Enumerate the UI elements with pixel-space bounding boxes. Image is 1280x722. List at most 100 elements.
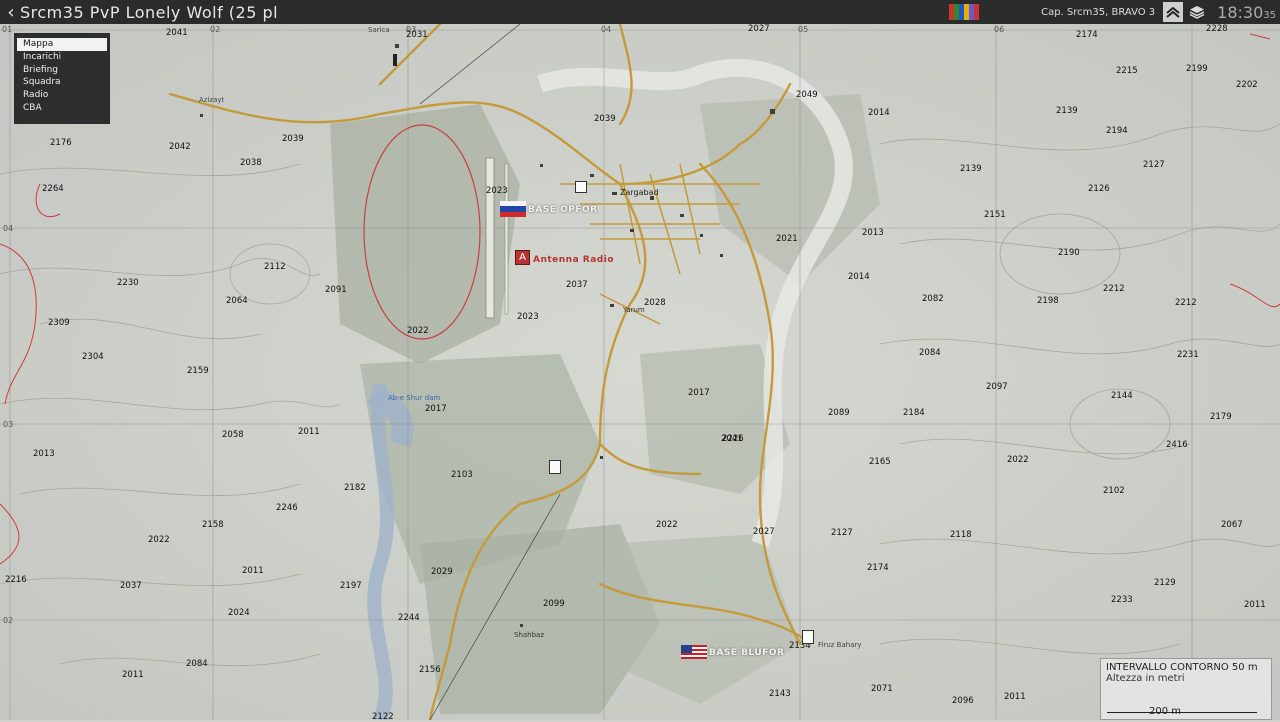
grid-label-left: 03 bbox=[3, 420, 14, 429]
elevation-label: 2143 bbox=[769, 689, 791, 699]
elevation-label: 2023 bbox=[486, 186, 508, 196]
legend-subtitle: Altezza in metri bbox=[1106, 673, 1185, 684]
elevation-label: 2264 bbox=[42, 184, 64, 194]
elevation-label: 2084 bbox=[919, 348, 941, 358]
elevation-label: 2011 bbox=[242, 566, 264, 576]
map-legend: INTERVALLO CONTORNO 50 m Altezza in metr… bbox=[1100, 658, 1272, 720]
elevation-label: 2027 bbox=[753, 527, 775, 537]
place-label: Firuz Bahary bbox=[818, 641, 862, 649]
elevation-label: 2039 bbox=[282, 134, 304, 144]
elevation-label: 2118 bbox=[950, 530, 972, 540]
elevation-label: 2182 bbox=[344, 483, 366, 493]
elevation-label: 2022 bbox=[656, 520, 678, 530]
elevation-label: 2039 bbox=[594, 114, 616, 124]
elevation-label: 2099 bbox=[543, 599, 565, 609]
elevation-label: 2309 bbox=[48, 318, 70, 328]
elevation-label: 2017 bbox=[688, 388, 710, 398]
menu-item-briefing[interactable]: Briefing bbox=[17, 64, 107, 77]
elevation-label: 2233 bbox=[1111, 595, 1133, 605]
elevation-label: 2024 bbox=[228, 608, 250, 618]
grid-label-top: 05 bbox=[798, 25, 809, 34]
place-label: Yarum bbox=[623, 306, 645, 314]
elevation-label: 2127 bbox=[831, 528, 853, 538]
grid-label-top: 02 bbox=[210, 25, 221, 34]
map-side-menu: Mappa Incarichi Briefing Squadra Radio CBA bbox=[14, 33, 110, 124]
elevation-label: 2058 bbox=[222, 430, 244, 440]
menu-item-mappa[interactable]: Mappa bbox=[17, 38, 107, 51]
elevation-label: 2029 bbox=[431, 567, 453, 577]
elevation-label: 2194 bbox=[1106, 126, 1128, 136]
elevation-label: 2122 bbox=[372, 712, 394, 722]
elevation-label: 2304 bbox=[82, 352, 104, 362]
antenna-marker-icon[interactable]: A bbox=[515, 250, 530, 265]
map-markers-toggle-icon[interactable] bbox=[1163, 2, 1184, 22]
layers-icon[interactable] bbox=[1187, 2, 1207, 22]
elevation-label: 2082 bbox=[922, 294, 944, 304]
elevation-label: 2021 bbox=[776, 234, 798, 244]
elevation-label: 2022 bbox=[407, 326, 429, 336]
elevation-label: 2179 bbox=[1210, 412, 1232, 422]
grid-label-top: 01 bbox=[2, 25, 13, 34]
menu-item-incarichi[interactable]: Incarichi bbox=[17, 51, 107, 64]
elevation-label: 2022 bbox=[1007, 455, 1029, 465]
elevation-label: 2151 bbox=[984, 210, 1006, 220]
lock-icon bbox=[575, 181, 587, 193]
elevation-label: 2097 bbox=[986, 382, 1008, 392]
elevation-label: 2022 bbox=[148, 535, 170, 545]
place-label: Sarica bbox=[368, 26, 390, 34]
opfor-flag-icon[interactable] bbox=[500, 201, 526, 217]
map-canvas[interactable]: 01 02 03 04 05 06 04 03 02 Sarica Azizayt Zargab… bbox=[0, 24, 1280, 722]
monument-icon bbox=[393, 54, 397, 66]
place-label: Azizayt bbox=[199, 96, 225, 104]
elevation-label: 2144 bbox=[1111, 391, 1133, 401]
elevation-label: 2103 bbox=[451, 470, 473, 480]
top-bar: ‹ Srcm35 PvP Lonely Wolf (25 pl Cap. Src… bbox=[0, 0, 1280, 24]
clock: 18:3035 bbox=[1217, 2, 1276, 22]
antenna-label: Antenna Radio bbox=[533, 255, 615, 265]
elevation-label: 2159 bbox=[187, 366, 209, 376]
elevation-label: 2139 bbox=[1056, 106, 1078, 116]
elevation-label: 2216 bbox=[5, 575, 27, 585]
elevation-label: 2011 bbox=[122, 670, 144, 680]
grid-label-top: 04 bbox=[601, 25, 612, 34]
elevation-label: 2202 bbox=[1236, 80, 1258, 90]
menu-item-squadra[interactable]: Squadra bbox=[17, 76, 107, 89]
elevation-label: 2037 bbox=[566, 280, 588, 290]
menu-item-cba[interactable]: CBA bbox=[17, 102, 107, 115]
elevation-label: 2176 bbox=[50, 138, 72, 148]
elevation-label: 2244 bbox=[398, 613, 420, 623]
elevation-label: 2129 bbox=[1154, 578, 1176, 588]
elevation-label: 2037 bbox=[120, 581, 142, 591]
elevation-label: 2126 bbox=[1088, 184, 1110, 194]
scale-label: 200 m bbox=[1149, 706, 1182, 717]
elevation-label: 2064 bbox=[226, 296, 248, 306]
elevation-label: 2041 bbox=[166, 28, 188, 38]
elevation-label: 2028 bbox=[644, 298, 666, 308]
elevation-label: 2416 bbox=[1166, 440, 1188, 450]
elevation-label: 2014 bbox=[868, 108, 890, 118]
elevation-label: 2067 bbox=[1221, 520, 1243, 530]
blufor-flag-icon[interactable] bbox=[681, 645, 707, 659]
elevation-label: 2174 bbox=[1076, 30, 1098, 40]
elevation-label: 2198 bbox=[1037, 296, 1059, 306]
elevation-label: 2011 bbox=[1004, 692, 1026, 702]
elevation-label: 2011 bbox=[298, 427, 320, 437]
elevation-label: 2231 bbox=[1177, 350, 1199, 360]
elevation-label: 2102 bbox=[1103, 486, 1125, 496]
elevation-label: 2017 bbox=[425, 404, 447, 414]
elevation-label: 2013 bbox=[33, 449, 55, 459]
menu-item-radio[interactable]: Radio bbox=[17, 89, 107, 102]
legend-title: INTERVALLO CONTORNO 50 m bbox=[1106, 662, 1258, 673]
back-chevron-icon[interactable]: ‹ bbox=[2, 2, 20, 23]
elevation-label: 2212 bbox=[1175, 298, 1197, 308]
blufor-base-label: BASE BLUFOR bbox=[709, 648, 785, 658]
scale-bar bbox=[1107, 712, 1257, 713]
place-label: Shahbaz bbox=[514, 631, 545, 639]
elevation-label: 2174 bbox=[867, 563, 889, 573]
elevation-label: 2127 bbox=[1143, 160, 1165, 170]
elevation-label: 2246 bbox=[276, 503, 298, 513]
player-info: Cap. Srcm35, BRAVO 3 bbox=[1041, 6, 1156, 18]
elevation-label: 2226 bbox=[722, 434, 744, 444]
elevation-label: 2089 bbox=[828, 408, 850, 418]
elevation-label: 2199 bbox=[1186, 64, 1208, 74]
